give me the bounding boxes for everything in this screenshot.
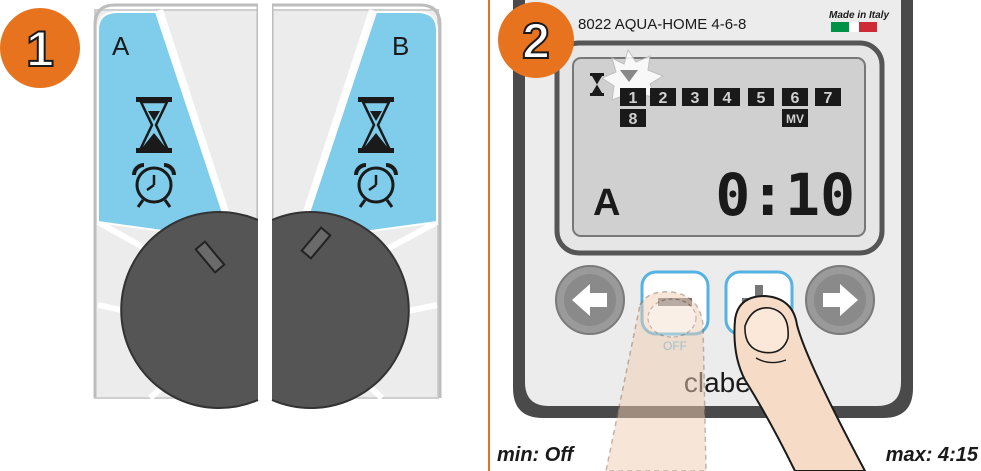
svg-text:1: 1 bbox=[26, 21, 54, 77]
min-caption: min: Off bbox=[497, 444, 576, 466]
station-1: 1 bbox=[629, 90, 638, 107]
station-5: 5 bbox=[757, 90, 766, 107]
step-2-controller: 8022 AQUA-HOME 4-6-8 Made in Italy 1 2 3… bbox=[513, 0, 913, 471]
station-8: 8 bbox=[629, 111, 638, 128]
program-b-label: B bbox=[392, 31, 409, 61]
instruction-diagram: A B 1 8022 AQUA-HOME 4-6-8 Made in Italy… bbox=[0, 0, 979, 471]
step-2-badge: 2 bbox=[498, 2, 574, 78]
station-3: 3 bbox=[691, 90, 700, 107]
station-4: 4 bbox=[723, 90, 732, 107]
program-a-label: A bbox=[112, 31, 130, 61]
left-arrow-button[interactable] bbox=[555, 265, 625, 335]
station-6: 6 bbox=[791, 90, 800, 107]
svg-text:2: 2 bbox=[522, 13, 550, 69]
lcd-time: 0:10 bbox=[715, 161, 855, 229]
step-1-badge: 1 bbox=[0, 8, 80, 88]
max-caption: max: 4:15 bbox=[886, 444, 979, 466]
model-label: 8022 AQUA-HOME 4-6-8 bbox=[578, 16, 746, 33]
made-in-italy-label: Made in Italy bbox=[829, 10, 889, 21]
master-valve: MV bbox=[786, 112, 804, 126]
station-2: 2 bbox=[659, 90, 668, 107]
right-arrow-button[interactable] bbox=[805, 265, 875, 335]
step-1-panel: A B bbox=[93, 0, 442, 409]
station-7: 7 bbox=[824, 90, 833, 107]
lcd-program: A bbox=[593, 182, 620, 224]
italy-flag-icon bbox=[831, 22, 877, 32]
